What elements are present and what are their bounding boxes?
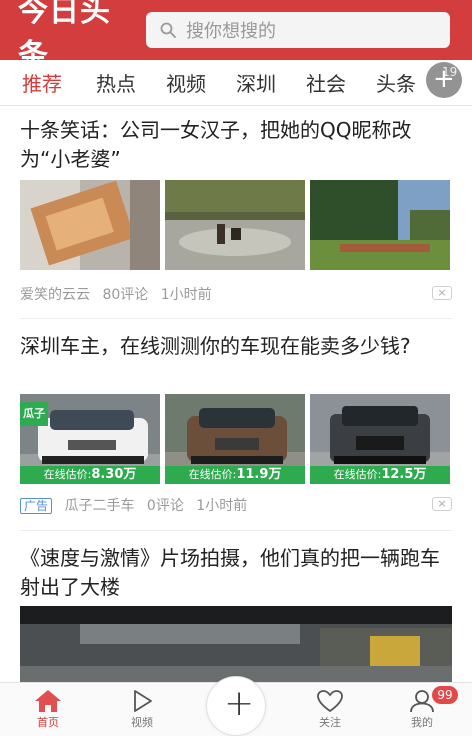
article-images: 瓜子 在线估价:8.30万 在线估价:11.9万 在线估价:12.5万 bbox=[20, 394, 450, 484]
channel-tabs: 推荐 热点 视频 深圳 社会 头条 bbox=[0, 60, 472, 106]
article-meta: 爱笑的云云 80评论 1小时前 bbox=[20, 284, 220, 304]
tab-hot[interactable]: 热点 bbox=[96, 68, 136, 97]
article-video-image bbox=[20, 606, 452, 684]
article-source[interactable]: 爱笑的云云 bbox=[20, 287, 90, 303]
article-image bbox=[165, 180, 305, 270]
car-image: 瓜子 在线估价:8.30万 bbox=[20, 394, 160, 484]
top-header: 今日头条 搜你想搜的 bbox=[0, 0, 472, 73]
home-icon bbox=[35, 690, 61, 712]
heart-icon bbox=[317, 690, 343, 713]
feed-item[interactable]: 十条笑话：公司一女汉子，把她的QQ昵称改为“小老婆” 爱笑的云云 80评论 1小… bbox=[20, 116, 452, 312]
article-comments: 80评论 bbox=[102, 287, 149, 303]
tab-recommend[interactable]: 推荐 bbox=[22, 68, 62, 97]
article-title: 《速度与激情》片场拍摄，他们真的把一辆跑车射出了大楼 bbox=[20, 546, 440, 599]
nav-label: 首页 bbox=[37, 716, 59, 729]
add-channel-button[interactable]: 19 + bbox=[426, 62, 462, 98]
nav-home[interactable]: 首页 bbox=[18, 689, 78, 730]
nav-video[interactable]: 视频 bbox=[112, 689, 172, 730]
price-estimate: 在线估价:11.9万 bbox=[165, 466, 305, 484]
plus-icon: + bbox=[433, 64, 455, 94]
article-time: 1小时前 bbox=[160, 287, 212, 303]
nav-label: 关注 bbox=[319, 716, 341, 729]
feed-divider bbox=[20, 530, 452, 531]
article-title: 深圳车主，在线测测你的车现在能卖多少钱? bbox=[20, 334, 411, 358]
nav-label: 我的 bbox=[411, 716, 433, 729]
article-meta: 广告 瓜子二手车 0评论 1小时前 bbox=[20, 495, 255, 515]
price-estimate: 在线估价:8.30万 bbox=[20, 466, 160, 484]
plus-icon: + bbox=[224, 683, 255, 724]
price-estimate: 在线估价:12.5万 bbox=[310, 466, 450, 484]
brand-tag: 瓜子 bbox=[20, 402, 48, 426]
dismiss-button[interactable]: × bbox=[432, 497, 452, 511]
article-time: 1小时前 bbox=[196, 498, 248, 514]
feed-divider bbox=[20, 318, 452, 319]
article-image bbox=[310, 180, 450, 270]
search-icon bbox=[160, 22, 176, 38]
feed-item[interactable]: 《速度与激情》片场拍摄，他们真的把一辆跑车射出了大楼 bbox=[20, 544, 452, 684]
nav-follow[interactable]: 关注 bbox=[300, 689, 360, 730]
article-image bbox=[20, 180, 160, 270]
notification-badge: 99 bbox=[432, 686, 458, 704]
tab-headline[interactable]: 头条 bbox=[376, 68, 416, 97]
dismiss-button[interactable]: × bbox=[432, 286, 452, 300]
nav-label: 视频 bbox=[131, 716, 153, 729]
ad-badge: 广告 bbox=[20, 498, 53, 514]
search-placeholder: 搜你想搜的 bbox=[186, 21, 276, 42]
article-title: 十条笑话：公司一女汉子，把她的QQ昵称改为“小老婆” bbox=[20, 118, 412, 171]
tab-shenzhen[interactable]: 深圳 bbox=[236, 68, 276, 97]
car-image: 在线估价:12.5万 bbox=[310, 394, 450, 484]
search-bar[interactable]: 搜你想搜的 bbox=[146, 12, 450, 48]
tab-society[interactable]: 社会 bbox=[306, 68, 346, 97]
car-image: 在线估价:11.9万 bbox=[165, 394, 305, 484]
article-source[interactable]: 瓜子二手车 bbox=[64, 498, 134, 514]
publish-button[interactable]: + bbox=[206, 676, 266, 736]
feed-item-ad[interactable]: 深圳车主，在线测测你的车现在能卖多少钱? 瓜子 在线估价:8.30万 在线估价:… bbox=[20, 332, 452, 522]
article-comments: 0评论 bbox=[146, 498, 184, 514]
article-images bbox=[20, 180, 450, 270]
play-icon bbox=[134, 690, 152, 712]
tab-video[interactable]: 视频 bbox=[166, 68, 206, 97]
